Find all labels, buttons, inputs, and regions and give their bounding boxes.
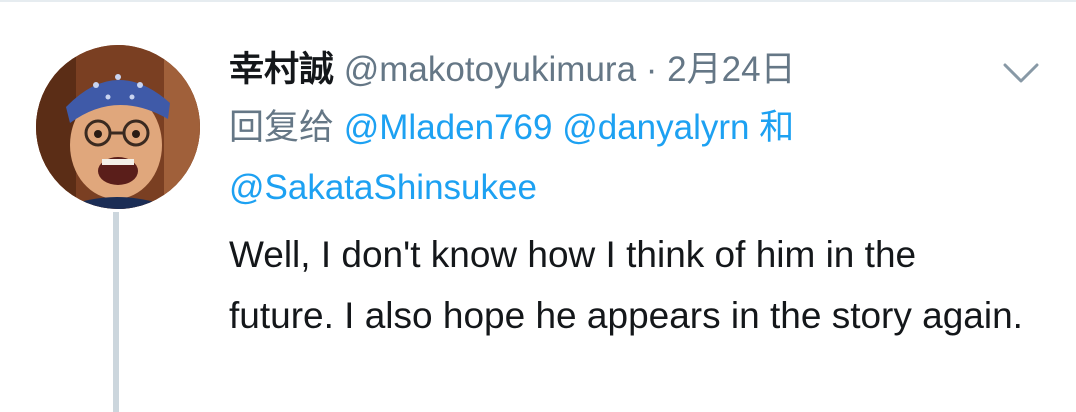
tweet-date[interactable]: 2月24日 — [667, 50, 795, 89]
mention-link[interactable]: @SakataShinsukee — [229, 168, 537, 207]
thread-line — [113, 212, 119, 412]
mention-link[interactable]: @danyalyrn — [562, 108, 749, 147]
reply-prefix: 回复给 — [229, 108, 335, 147]
top-divider — [0, 0, 1076, 2]
handle[interactable]: @makotoyukimura — [344, 50, 636, 89]
tweet-header: 幸村誠 @makotoyukimura · 2月24日 — [229, 42, 1029, 98]
reply-to-line: 回复给 @Mladen769 @danyalyrn 和 @SakataShins… — [229, 98, 1029, 218]
chevron-down-icon[interactable] — [1001, 59, 1041, 87]
tweet[interactable]: 幸村誠 @makotoyukimura · 2月24日 回复给 @Mladen7… — [229, 42, 1029, 346]
reply-conjunction: 和 — [759, 108, 795, 147]
tweet-text: Well, I don't know how I think of him in… — [229, 234, 1023, 336]
mention-link[interactable]: @Mladen769 — [344, 108, 553, 147]
separator-dot: · — [645, 50, 658, 89]
display-name[interactable]: 幸村誠 — [229, 50, 334, 89]
avatar-image — [36, 45, 200, 209]
avatar[interactable] — [36, 45, 200, 209]
